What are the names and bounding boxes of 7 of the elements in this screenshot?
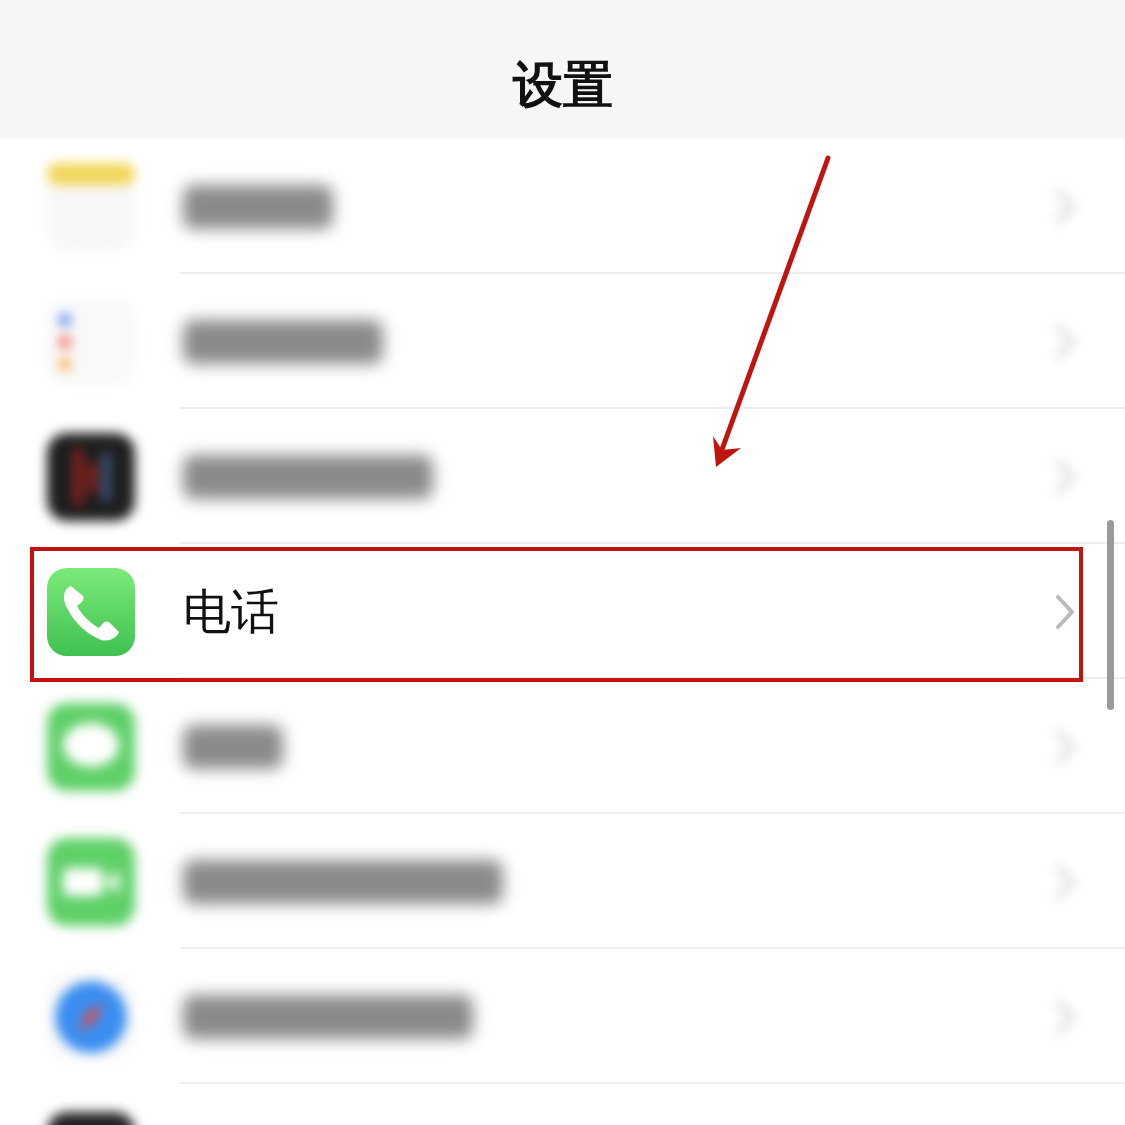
waveform-icon xyxy=(47,432,135,521)
phone-icon xyxy=(47,567,135,656)
page-title: 设置 xyxy=(512,54,613,116)
chevron-icon xyxy=(1055,593,1075,630)
row-label: 电话 xyxy=(183,581,280,641)
speech-bubble-icon xyxy=(47,702,135,791)
video-camera-icon xyxy=(47,837,135,926)
